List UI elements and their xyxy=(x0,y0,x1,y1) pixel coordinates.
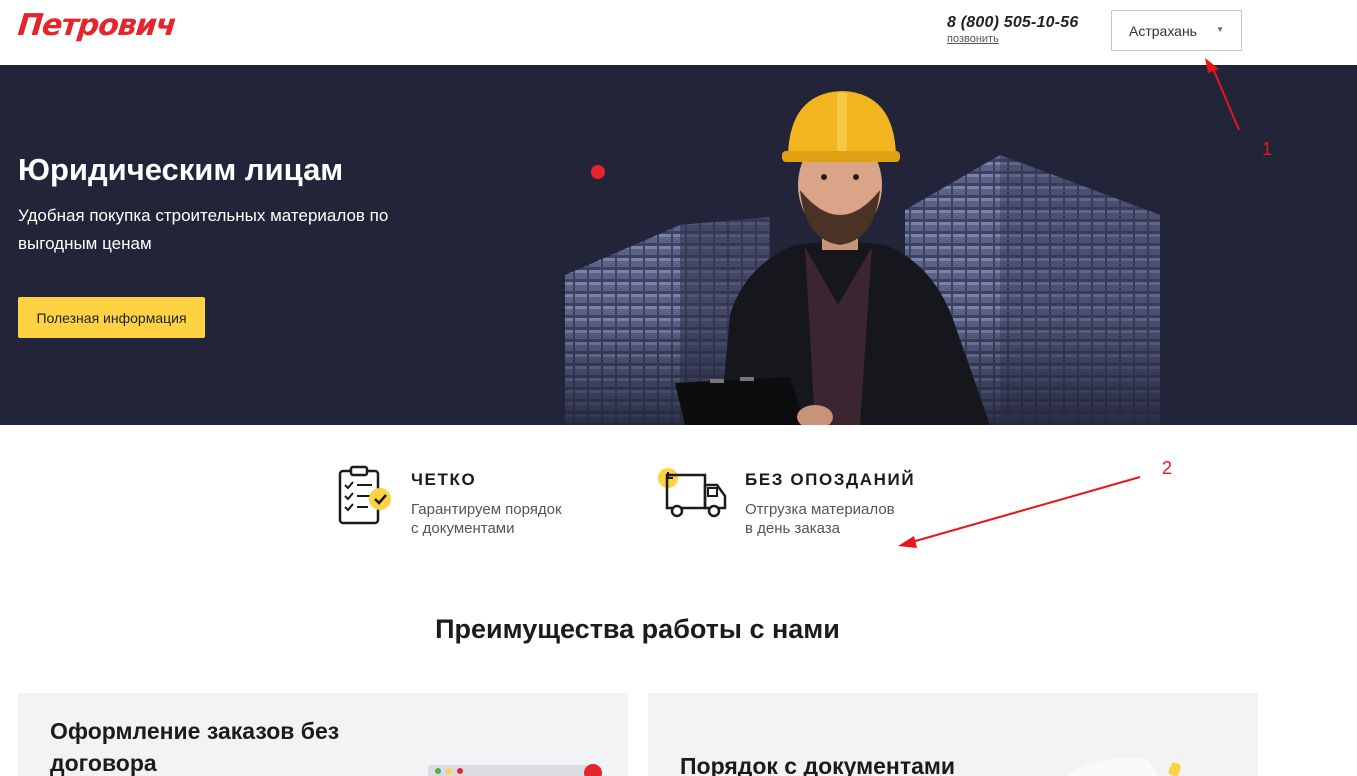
petrovich-logo[interactable]: Петрович xyxy=(16,8,177,43)
advantage-card-documents[interactable]: Порядок с документами xyxy=(648,693,1258,776)
annotation-number-1: 1 xyxy=(1262,139,1273,159)
hero-subtitle: Удобная покупка строительных материалов … xyxy=(18,206,389,253)
call-link[interactable]: позвонить xyxy=(947,33,1079,45)
section-title: Преимущества работы с нами xyxy=(435,614,840,644)
document-illustration xyxy=(1068,758,1181,776)
feature-desc-line: в день заказа xyxy=(745,520,841,537)
feature-description: Гарантируем порядок с документами xyxy=(411,500,562,538)
feature-desc-line: с документами xyxy=(411,520,515,537)
hero-title: Юридическим лицам xyxy=(18,152,344,187)
red-dot xyxy=(591,165,605,179)
phone-number[interactable]: 8 (800) 505-10-56 xyxy=(947,14,1079,32)
hero-illustration xyxy=(560,91,1180,425)
city-select[interactable]: Астрахань ▼ xyxy=(1111,10,1242,51)
city-select-value: Астрахань xyxy=(1129,23,1197,39)
hero-banner: Юридическим лицам Удобная покупка строит… xyxy=(0,65,1357,425)
card-title: Порядок с документами xyxy=(680,753,956,776)
chevron-down-icon: ▼ xyxy=(1216,25,1224,34)
delivery-truck-icon xyxy=(658,468,727,518)
feature-title: БЕЗ ОПОЗДАНИЙ xyxy=(745,470,916,489)
annotation-number-2: 2 xyxy=(1162,458,1173,478)
feature-desc-line: Гарантируем порядок xyxy=(411,501,562,518)
site-header: Петрович 8 (800) 505-10-56 позвонить Аст… xyxy=(0,0,1357,65)
checklist-icon xyxy=(338,465,391,525)
feature-description: Отгрузка материалов в день заказа xyxy=(745,500,895,538)
useful-info-button[interactable]: Полезная информация xyxy=(18,297,205,338)
arrowhead-icon xyxy=(898,536,917,548)
advantage-card-no-contract[interactable]: Оформление заказов без договора xyxy=(18,693,628,776)
feature-title: ЧЕТКО xyxy=(411,470,477,489)
card-title: Оформление заказов без договора xyxy=(50,718,340,776)
feature-desc-line: Отгрузка материалов xyxy=(745,501,895,518)
annotation-arrow-2 xyxy=(911,476,1141,543)
browser-window-illustration xyxy=(428,764,602,776)
phone-block: 8 (800) 505-10-56 позвонить xyxy=(947,14,1079,45)
